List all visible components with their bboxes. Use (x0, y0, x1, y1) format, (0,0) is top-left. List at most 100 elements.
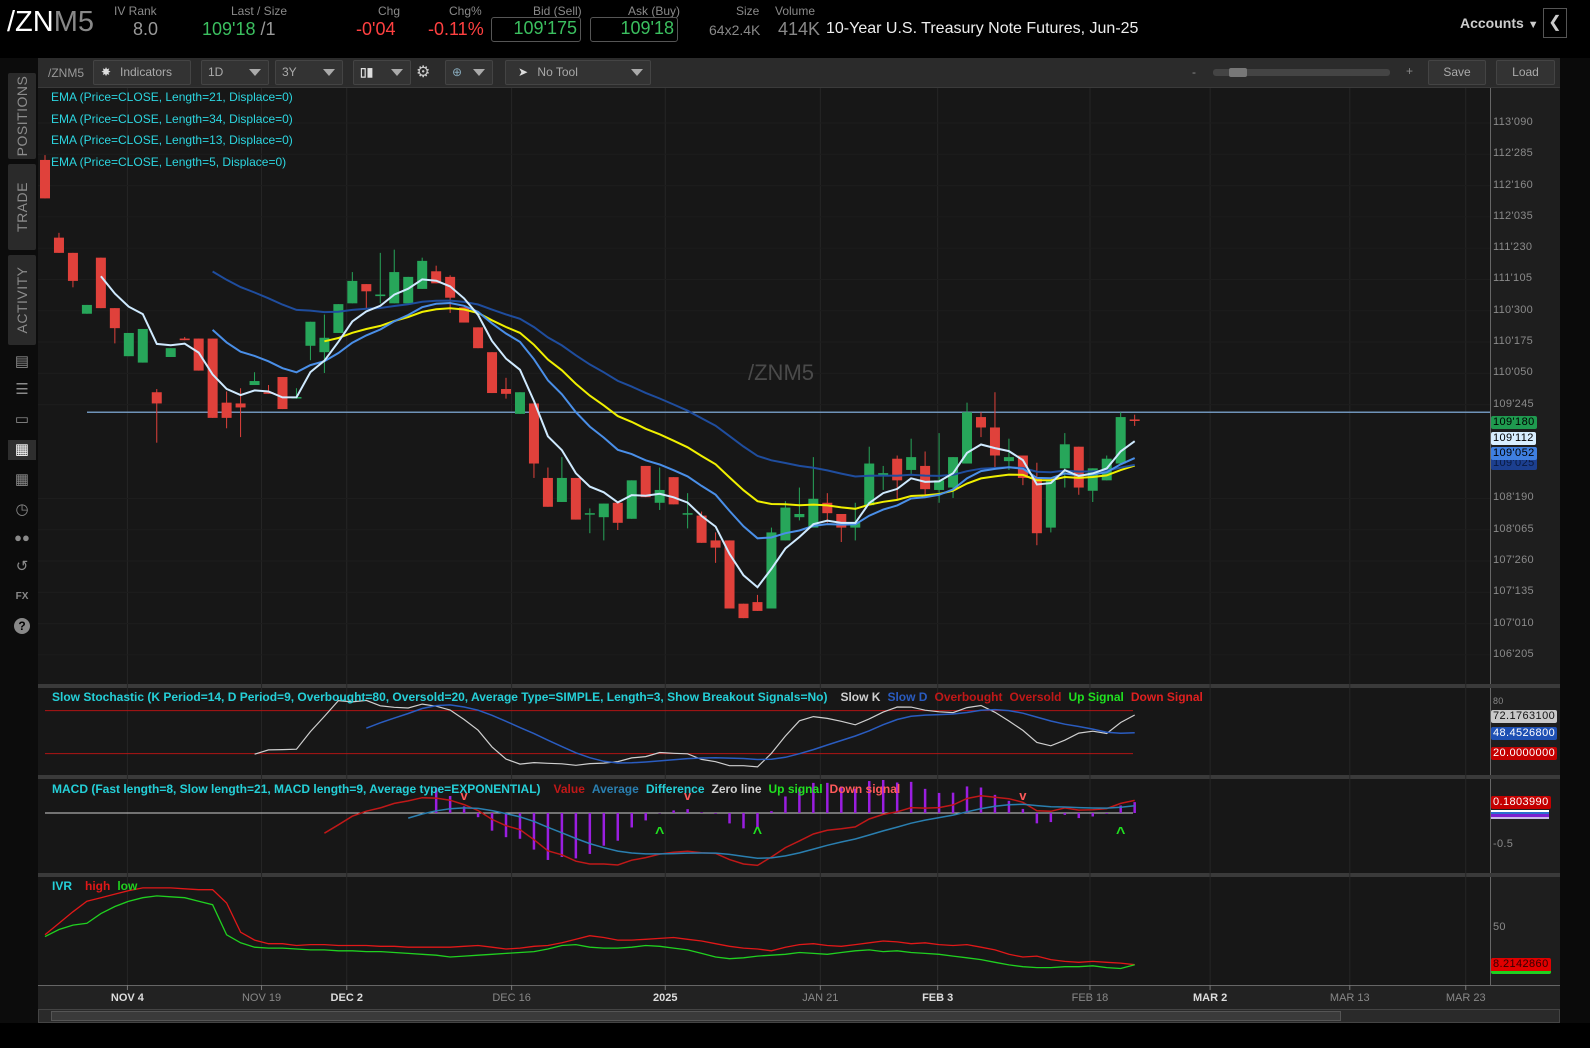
candle-up (137, 328, 148, 363)
candle-down (487, 352, 498, 394)
stochastic-legend-item: Slow K (840, 690, 881, 704)
stochastic-legend-item: Oversold (1009, 690, 1062, 704)
candle-down (1031, 477, 1042, 534)
macd-legend-item: Difference (645, 782, 705, 796)
candle-up (375, 294, 386, 297)
macd-value-tag: 0.1803990 (1491, 796, 1551, 809)
ivr-axis-label: 50 (1493, 921, 1506, 933)
candle-down (235, 403, 246, 408)
candle-up (626, 480, 637, 519)
stochastic-value-tag: 72.1763100 (1491, 710, 1558, 723)
ema-34-legend: EMA (Price=CLOSE, Length=34, Displace=0) (51, 111, 293, 126)
candle-down (1129, 419, 1140, 421)
time-axis-label: MAR 13 (1329, 992, 1370, 1004)
candle-down (724, 540, 735, 609)
candle-down (193, 338, 204, 371)
candle-down (920, 465, 931, 490)
candle-up (333, 304, 344, 333)
candle-down (151, 392, 162, 404)
candle-down (542, 477, 553, 507)
ivr-value-tag: 8.2142860 (1491, 958, 1551, 974)
candle-up (123, 332, 134, 357)
time-axis-label: 2025 (653, 992, 678, 1004)
candle-down (501, 389, 512, 394)
candle-up (654, 489, 665, 503)
macd-legend-item: Down signal (829, 782, 901, 796)
time-axis-label: NOV 19 (241, 992, 282, 1004)
ema-5-legend: EMA (Price=CLOSE, Length=5, Displace=0) (51, 154, 287, 169)
price-tag: 109'112 (1491, 432, 1536, 445)
candle-up (249, 381, 260, 386)
candle-down (738, 603, 749, 619)
ivr-legend-item: low (117, 879, 138, 893)
macd-legend-item: Value (553, 782, 585, 796)
candle-up (962, 412, 973, 464)
ema-13-legend: EMA (Price=CLOSE, Length=13, Displace=0) (51, 133, 293, 147)
ivr-legend: IVR high low (52, 879, 151, 893)
candle-down (1073, 446, 1084, 488)
candle-up (906, 457, 917, 470)
candle-up (1003, 457, 1014, 462)
candle-down (975, 417, 986, 428)
ivr-low-line (44, 895, 1135, 970)
candle-up (682, 513, 693, 515)
price-axis-label: 107'135 (1493, 585, 1534, 598)
candle-down (40, 159, 50, 199)
time-axis-label: MAR 2 (1192, 992, 1228, 1004)
candle-up (794, 513, 805, 518)
candle-up (417, 260, 428, 289)
candle-up (598, 503, 609, 518)
stochastic-axis-label: 80 (1493, 696, 1504, 706)
price-axis-label: 107'010 (1493, 616, 1534, 629)
macd-legend-item: Zero line (711, 782, 762, 796)
candle-down (67, 252, 78, 281)
candle-down (668, 477, 679, 505)
macd-up-signal-icon: ^ (655, 825, 664, 842)
price-axis-label: 110'175 (1493, 335, 1534, 348)
price-axis-label: 111'230 (1493, 241, 1533, 254)
candle-down (570, 477, 581, 520)
price-axis-label: 112'035 (1493, 209, 1534, 222)
candle-down (710, 540, 721, 548)
candle-up (347, 280, 358, 304)
ivr-title: IVR (52, 879, 73, 893)
ema-5-line (100, 275, 1136, 589)
price-axis-label: 110'050 (1493, 366, 1534, 379)
price-tag: 109'052 (1491, 447, 1537, 460)
price-axis-label: 109'245 (1493, 397, 1534, 410)
price-axis-label: 110'300 (1493, 303, 1534, 316)
time-axis-label: FEB 18 (1071, 992, 1109, 1004)
candle-down (640, 465, 651, 498)
stochastic-value-tag: 20.0000000 (1491, 747, 1558, 760)
macd-legend: MACD (Fast length=8, Slow length=21, MAC… (52, 782, 914, 796)
candle-up (556, 477, 567, 502)
candle-up (1045, 480, 1056, 528)
candle-down (109, 308, 120, 329)
macd-legend-item: Average (591, 782, 639, 796)
candle-down (892, 458, 903, 481)
macd-down-signal-icon: v (1019, 788, 1027, 803)
stochastic-legend-item: Down Signal (1130, 690, 1203, 704)
candle-down (53, 237, 64, 253)
candle-down (277, 377, 288, 410)
price-tag: 109'180 (1491, 416, 1537, 429)
price-axis-label: 111'105 (1493, 272, 1533, 285)
time-axis-label: NOV 4 (110, 992, 144, 1004)
stochastic-legend: Slow Stochastic (K Period=14, D Period=9… (52, 690, 1217, 704)
candle-down (612, 502, 623, 523)
price-axis-label: 112'160 (1493, 178, 1534, 191)
candle-up (165, 348, 176, 357)
candle-up (780, 507, 791, 541)
macd-axis-label: -0.5 (1493, 838, 1514, 850)
chart-watermark: /ZNM5 (748, 360, 814, 385)
candle-down (95, 257, 106, 309)
stochastic-legend-item: Slow D (887, 690, 928, 704)
candle-up (584, 513, 595, 515)
ivr-legend-item: high (85, 879, 111, 893)
time-axis-label: MAR 23 (1445, 992, 1486, 1004)
candle-up (514, 392, 525, 414)
ivr-high-line (44, 887, 1135, 966)
candle-up (81, 304, 92, 314)
candle-down (473, 327, 484, 349)
price-axis-label: 113'090 (1493, 116, 1534, 128)
